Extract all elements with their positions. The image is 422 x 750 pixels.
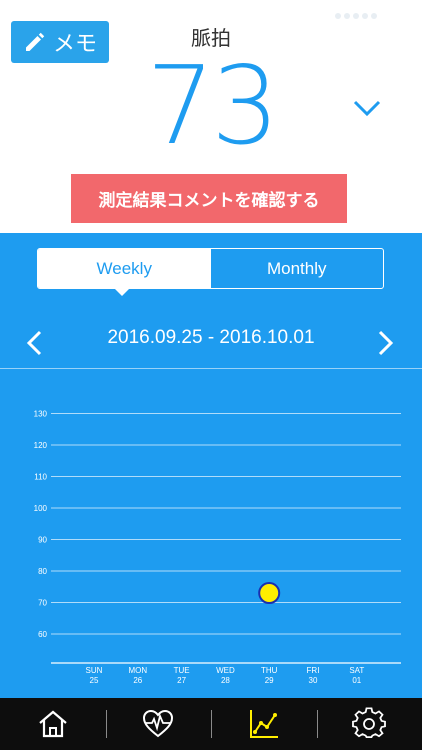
x-tick-day: FRI — [307, 666, 320, 675]
y-tick-label: 120 — [34, 441, 48, 450]
tab-settings[interactable] — [316, 698, 422, 750]
y-tick-label: 130 — [34, 410, 48, 419]
status-indicator — [332, 6, 412, 20]
x-tick-date: 27 — [177, 676, 186, 685]
home-icon — [39, 710, 67, 738]
tab-measure[interactable] — [105, 698, 212, 750]
x-tick-date: 28 — [221, 676, 230, 685]
y-tick-label: 90 — [38, 536, 47, 545]
x-tick-day: TUE — [174, 666, 190, 675]
tab-home[interactable] — [0, 698, 106, 750]
y-tick-label: 110 — [34, 473, 47, 482]
x-tick-date: 30 — [309, 676, 318, 685]
gear-icon — [352, 707, 387, 738]
chevron-down-icon[interactable] — [352, 97, 382, 119]
line-chart-icon — [249, 710, 278, 738]
y-tick-label: 60 — [38, 630, 47, 639]
data-point — [258, 582, 281, 605]
history-panel: Weekly Monthly 2016.09.25 - 2016.10.01 6… — [0, 233, 422, 698]
x-tick-day: WED — [216, 666, 235, 675]
x-tick-day: SAT — [349, 666, 364, 675]
x-tick-date: 26 — [133, 676, 142, 685]
x-tick-day: THU — [261, 666, 278, 675]
x-tick-date: 29 — [265, 676, 274, 685]
y-tick-label: 80 — [38, 567, 47, 576]
bottom-tab-bar — [0, 698, 422, 750]
pulse-chart: 60 70 80 90 100 110 120 130 SUN25 MON26 TUE27 WED28… — [34, 410, 401, 685]
tab-graph[interactable] — [211, 698, 317, 750]
y-tick-label: 100 — [34, 504, 48, 513]
x-tick-date: 25 — [90, 676, 99, 685]
x-tick-day: SUN — [86, 666, 103, 675]
x-tick-day: MON — [128, 666, 147, 675]
view-comment-button[interactable]: 測定結果コメントを確認する — [71, 174, 347, 223]
y-tick-label: 70 — [38, 599, 47, 608]
header-section: メモ 脈拍 73 測定結果コメントを確認する — [0, 0, 422, 233]
x-tick-date: 01 — [352, 676, 361, 685]
heart-pulse-icon — [143, 709, 174, 738]
